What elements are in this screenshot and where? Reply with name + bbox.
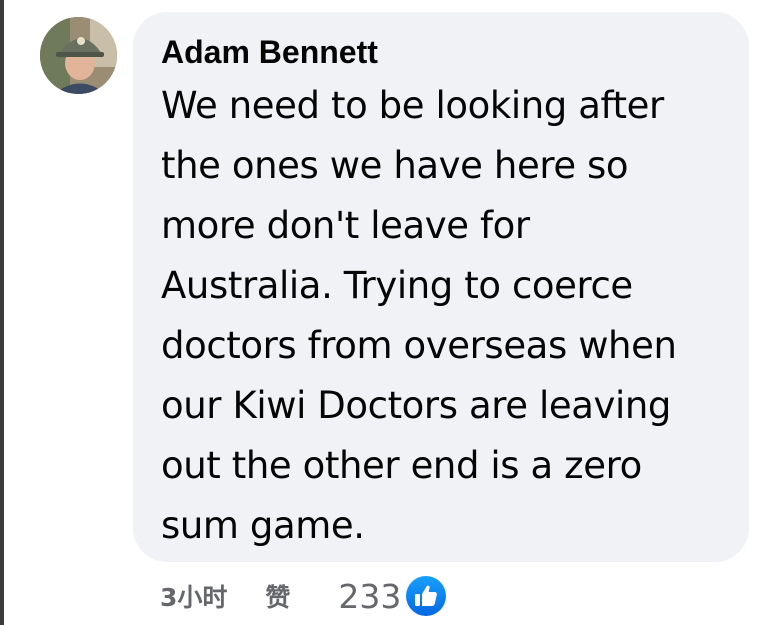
comment-bubble: Adam Bennett We need to be looking after…	[133, 12, 749, 562]
like-button[interactable]: 赞	[265, 578, 290, 614]
comment-line: We need to be looking after	[161, 84, 664, 127]
comment-line: doctors from overseas when	[161, 324, 677, 367]
comment-actions: 3小时 赞 233	[160, 572, 447, 620]
comment-timestamp[interactable]: 3小时	[160, 578, 227, 614]
comment-line: more don't leave for	[161, 204, 530, 247]
reaction-count: 233	[338, 576, 402, 616]
comment-line: our Kiwi Doctors are leaving	[161, 384, 671, 427]
comment-line: sum game.	[161, 504, 365, 547]
comment-page: Adam Bennett We need to be looking after…	[0, 0, 773, 625]
reaction-summary[interactable]: 233	[338, 575, 447, 617]
comment-author[interactable]: Adam Bennett	[161, 32, 725, 72]
comment-text: We need to be looking after the ones we h…	[161, 76, 741, 556]
left-divider	[0, 0, 4, 625]
comment-line: Australia. Trying to coerce	[161, 264, 633, 307]
avatar[interactable]	[40, 17, 117, 94]
comment-line: the ones we have here so	[161, 144, 629, 187]
comment-line: out the other end is a zero	[161, 444, 642, 487]
thumbs-up-icon	[406, 576, 447, 616]
